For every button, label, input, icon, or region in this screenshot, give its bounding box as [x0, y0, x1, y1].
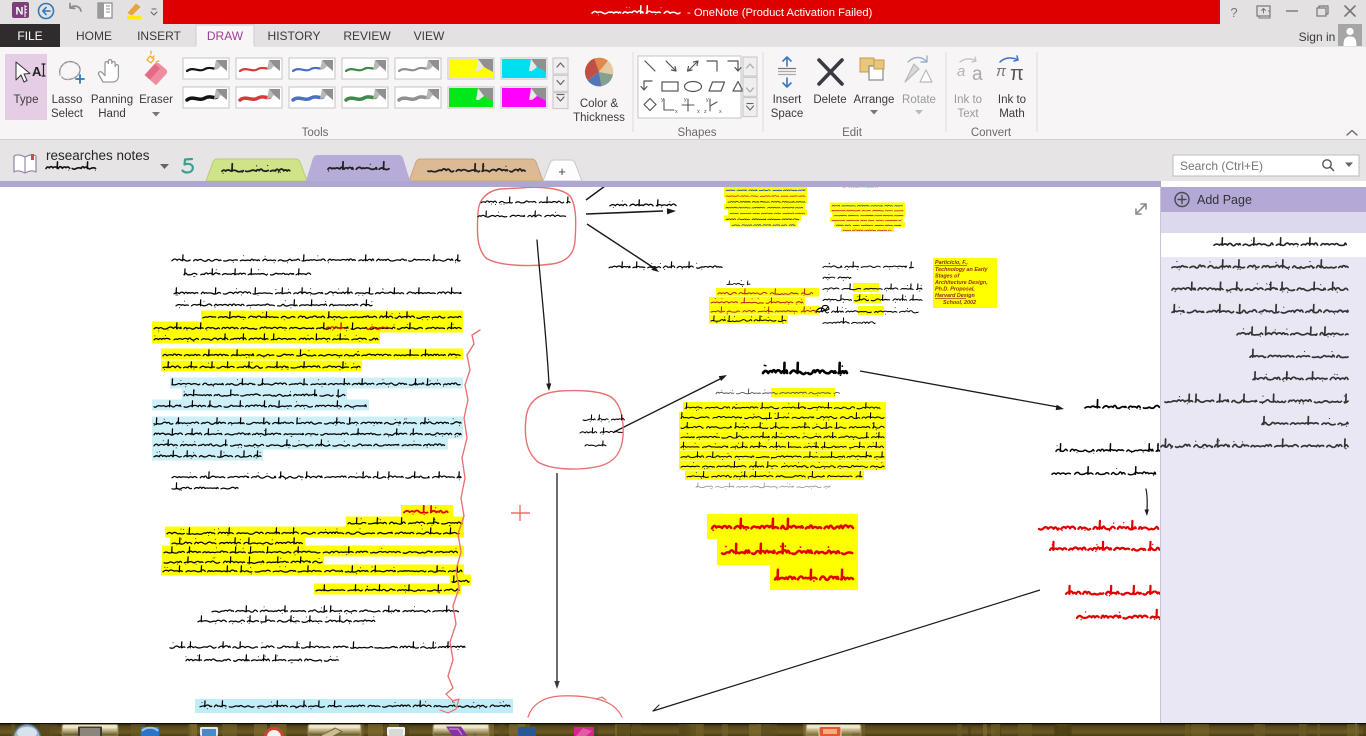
svg-text:Edit: Edit: [842, 127, 863, 139]
svg-text:VIEW: VIEW: [414, 29, 445, 43]
svg-text:Type: Type: [14, 94, 39, 106]
svg-text:Ink to: Ink to: [954, 94, 982, 106]
svg-text:a: a: [957, 63, 965, 80]
svg-text:z: z: [704, 109, 707, 115]
svg-text:Sign in: Sign in: [1299, 30, 1336, 44]
svg-text:Tools: Tools: [302, 127, 329, 139]
svg-text:Shapes: Shapes: [677, 127, 716, 139]
svg-text:y: y: [661, 97, 664, 103]
svg-text:π: π: [1010, 63, 1024, 85]
svg-text:HISTORY: HISTORY: [268, 29, 321, 43]
svg-text:Hand: Hand: [98, 108, 126, 120]
svg-text:INSERT: INSERT: [137, 29, 181, 43]
svg-text:- OneNote (Product Activation: - OneNote (Product Activation Failed): [687, 7, 873, 19]
svg-text:Insert: Insert: [773, 94, 803, 106]
svg-text:Ph.D. Proposal,: Ph.D. Proposal,: [935, 287, 975, 293]
svg-text:y: y: [684, 97, 687, 103]
svg-text:Eraser: Eraser: [139, 94, 173, 106]
svg-text:Select: Select: [51, 108, 84, 120]
svg-text:Add Page: Add Page: [1197, 193, 1252, 207]
svg-text:N: N: [16, 6, 24, 18]
svg-text:School, 2002: School, 2002: [943, 300, 976, 306]
svg-text:π: π: [996, 63, 1007, 80]
svg-text:FILE: FILE: [17, 29, 42, 43]
svg-text:+: +: [558, 164, 566, 179]
svg-text:x: x: [719, 109, 722, 115]
svg-text:A: A: [32, 64, 42, 79]
svg-text:Search (Ctrl+E): Search (Ctrl+E): [1180, 159, 1263, 173]
svg-text:Delete: Delete: [813, 94, 846, 106]
svg-text:Lasso: Lasso: [52, 94, 83, 106]
svg-text:a: a: [972, 64, 983, 85]
svg-text:x: x: [675, 109, 678, 115]
svg-text:Panning: Panning: [91, 94, 133, 106]
svg-text:Space: Space: [771, 108, 804, 120]
svg-text:x: x: [697, 109, 700, 115]
svg-text:Architecture Design,: Architecture Design,: [934, 280, 988, 286]
svg-text:HOME: HOME: [76, 29, 112, 43]
svg-text:Arrange: Arrange: [854, 94, 895, 106]
svg-text:Rotate: Rotate: [902, 94, 936, 106]
svg-text:Convert: Convert: [971, 127, 1012, 139]
svg-text:researches notes: researches notes: [46, 148, 150, 163]
svg-text:Math: Math: [999, 108, 1025, 120]
svg-text:Stages of: Stages of: [935, 273, 960, 279]
svg-text:DRAW: DRAW: [207, 29, 244, 43]
svg-text:y: y: [706, 97, 709, 103]
svg-text:Text: Text: [957, 108, 979, 120]
svg-text:Technology an Early: Technology an Early: [935, 267, 989, 273]
svg-text:?: ?: [1230, 5, 1237, 20]
svg-text:Color &: Color &: [580, 98, 619, 110]
svg-text:Thickness: Thickness: [573, 112, 625, 124]
svg-text:REVIEW: REVIEW: [343, 29, 391, 43]
svg-text:Ink to: Ink to: [998, 94, 1026, 106]
